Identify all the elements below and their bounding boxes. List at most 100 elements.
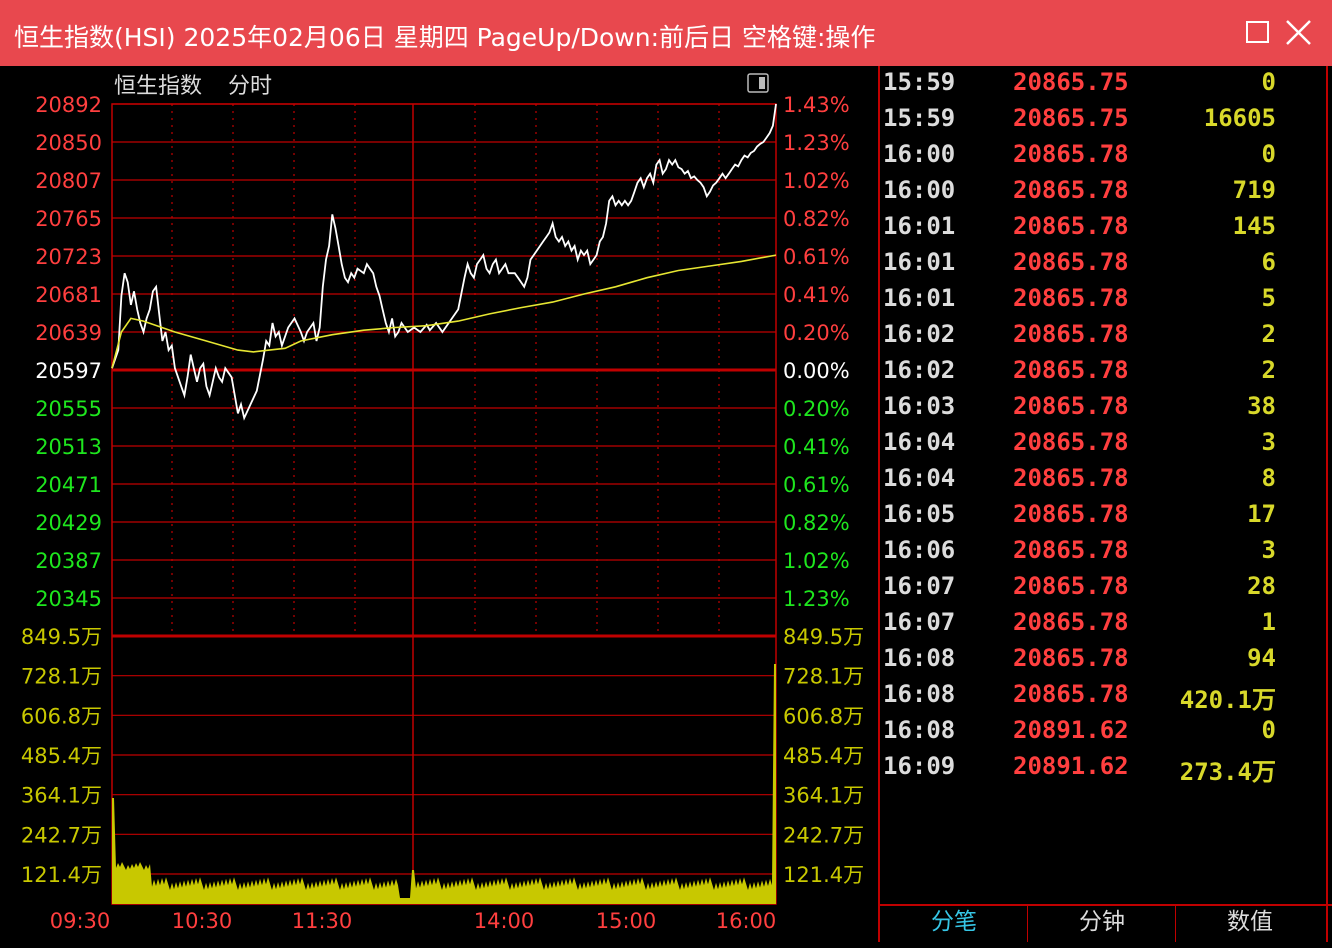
maximize-icon	[1246, 21, 1269, 43]
percent-tick-label: 0.00%	[783, 359, 850, 383]
volume-tick-label-right: 849.5万	[783, 625, 864, 649]
average-price-line	[111, 254, 777, 369]
percent-tick-label: 1.23%	[783, 131, 850, 155]
volume-area	[112, 664, 776, 904]
panel-border-right	[1326, 66, 1328, 942]
percent-tick-label: 0.82%	[783, 511, 850, 535]
trade-row[interactable]: 16:02 20865.78 2	[880, 354, 1300, 390]
tab-tick[interactable]: 分笔	[880, 904, 1028, 942]
bottom-tab-bar: 分笔 分钟 数值	[880, 904, 1332, 942]
percent-tick-label: 0.20%	[783, 397, 850, 421]
volume-tick-label-right: 121.4万	[783, 863, 864, 887]
percent-tick-label: 0.41%	[783, 435, 850, 459]
trade-row[interactable]: 16:01 20865.78 6	[880, 246, 1300, 282]
trade-row[interactable]: 16:05 20865.78 17	[880, 498, 1300, 534]
price-tick-label: 20387	[35, 549, 102, 573]
trade-row[interactable]: 16:01 20865.78 5	[880, 282, 1300, 318]
time-tick-label: 16:00	[716, 909, 777, 933]
tick-trade-list[interactable]: 15:59 20865.75 0 15:59 20865.75 16605 16:00 208…	[880, 66, 1300, 786]
trade-row[interactable]: 16:00 20865.78 719	[880, 174, 1300, 210]
trade-row[interactable]: 16:03 20865.78 38	[880, 390, 1300, 426]
time-tick-label: 14:00	[474, 909, 535, 933]
chart-mode-label[interactable]: 分时	[228, 74, 272, 99]
close-button[interactable]	[1281, 14, 1317, 50]
trade-volume: 3	[1261, 536, 1276, 564]
volume-tick-label: 121.4万	[21, 863, 102, 887]
price-tick-label: 20681	[35, 283, 102, 307]
trade-volume: 94	[1247, 644, 1276, 672]
trade-time: 16:06	[883, 536, 956, 564]
trade-price: 20865.78	[1013, 644, 1129, 672]
time-tick-label: 15:00	[596, 909, 657, 933]
volume-tick-label: 242.7万	[21, 823, 102, 847]
trade-row[interactable]: 16:07 20865.78 1	[880, 606, 1300, 642]
percent-tick-label: 0.82%	[783, 207, 850, 231]
volume-tick-label-right: 728.1万	[783, 665, 864, 689]
trade-volume: 420.1万	[1179, 686, 1276, 714]
price-tick-label: 20850	[35, 131, 102, 155]
trade-time: 16:03	[883, 392, 956, 420]
panel-toggle-icon[interactable]	[747, 73, 769, 93]
trade-row[interactable]: 16:07 20865.78 28	[880, 570, 1300, 606]
volume-tick-label: 485.4万	[21, 744, 102, 768]
trade-price: 20865.78	[1013, 212, 1129, 240]
percent-tick-label: 0.20%	[783, 321, 850, 345]
tab-minute[interactable]: 分钟	[1028, 904, 1176, 942]
trade-row[interactable]: 16:08 20865.78 420.1万	[880, 678, 1300, 714]
trade-price: 20865.78	[1013, 176, 1129, 204]
trade-time: 16:05	[883, 500, 956, 528]
trade-price: 20891.62	[1013, 716, 1129, 744]
trade-row[interactable]: 16:01 20865.78 145	[880, 210, 1300, 246]
trade-time: 16:07	[883, 572, 956, 600]
percent-tick-label: 1.23%	[783, 587, 850, 611]
price-tick-label: 20807	[35, 169, 102, 193]
volume-tick-label-right: 364.1万	[783, 784, 864, 808]
trade-volume: 16605	[1203, 104, 1276, 132]
trade-volume: 3	[1261, 428, 1276, 456]
price-tick-label: 20639	[35, 321, 102, 345]
trade-time: 16:01	[883, 212, 956, 240]
intraday-chart[interactable]: 20892 20850 20807 20765 20723 20681 20639 20597…	[0, 66, 880, 948]
trade-price: 20865.78	[1013, 320, 1129, 348]
trade-volume: 1	[1261, 608, 1276, 636]
time-tick-label: 10:30	[172, 909, 233, 933]
close-icon	[1286, 20, 1311, 45]
trade-row[interactable]: 16:02 20865.78 2	[880, 318, 1300, 354]
trade-time: 15:59	[883, 104, 956, 132]
trade-price: 20865.78	[1013, 608, 1129, 636]
volume-tick-label: 849.5万	[21, 625, 102, 649]
volume-tick-label-right: 485.4万	[783, 744, 864, 768]
trade-row[interactable]: 16:04 20865.78 8	[880, 462, 1300, 498]
trade-time: 16:08	[883, 680, 956, 708]
trade-time: 16:08	[883, 644, 956, 672]
price-tick-label: 20723	[35, 245, 102, 269]
percent-tick-label: 1.02%	[783, 169, 850, 193]
tab-values[interactable]: 数值	[1176, 904, 1324, 942]
trade-price: 20865.78	[1013, 536, 1129, 564]
chart-axes: 20892 20850 20807 20765 20723 20681 20639 20597…	[21, 93, 864, 933]
trade-time: 16:02	[883, 356, 956, 384]
trade-row[interactable]: 16:00 20865.78 0	[880, 138, 1300, 174]
trade-row[interactable]: 16:08 20891.62 0	[880, 714, 1300, 750]
trade-volume: 28	[1247, 572, 1276, 600]
trade-row[interactable]: 15:59 20865.75 0	[880, 66, 1300, 102]
trade-price: 20865.78	[1013, 572, 1129, 600]
volume-bars	[112, 664, 776, 904]
price-tick-label: 20471	[35, 473, 102, 497]
trade-row[interactable]: 16:08 20865.78 94	[880, 642, 1300, 678]
percent-tick-label: 0.61%	[783, 473, 850, 497]
trade-volume: 0	[1261, 68, 1276, 96]
chart-grid	[111, 103, 777, 905]
trade-time: 16:01	[883, 248, 956, 276]
trade-volume: 0	[1261, 140, 1276, 168]
maximize-button[interactable]	[1240, 14, 1276, 50]
trade-price: 20865.78	[1013, 284, 1129, 312]
trade-price: 20865.78	[1013, 356, 1129, 384]
trade-time: 16:07	[883, 608, 956, 636]
trade-time: 16:04	[883, 464, 956, 492]
trade-row[interactable]: 16:09 20891.62 273.4万	[880, 750, 1300, 786]
trade-row[interactable]: 16:04 20865.78 3	[880, 426, 1300, 462]
trade-row[interactable]: 16:06 20865.78 3	[880, 534, 1300, 570]
title-bar: 恒生指数(HSI) 2025年02月06日 星期四 PageUp/Down:前后…	[0, 0, 1332, 66]
trade-row[interactable]: 15:59 20865.75 16605	[880, 102, 1300, 138]
